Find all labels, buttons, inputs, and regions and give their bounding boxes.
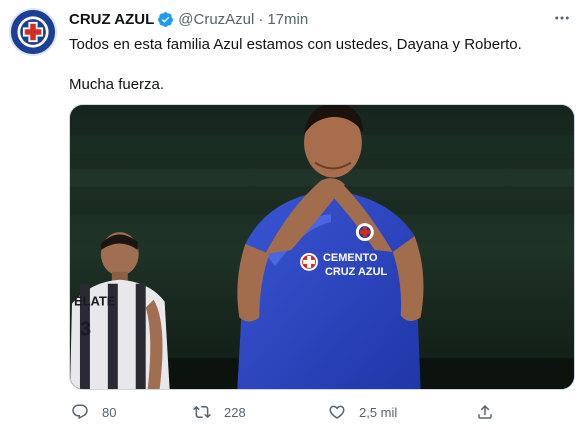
retweet-icon	[193, 403, 211, 421]
reply-count: 80	[102, 404, 117, 420]
like-button[interactable]: 2,5 mil	[328, 400, 397, 424]
display-name[interactable]: CRUZ AZUL	[69, 11, 154, 28]
reply-button[interactable]: 80	[71, 400, 116, 424]
tweet-text-line-2: Mucha fuerza.	[69, 76, 165, 93]
tweet-text-line-1: Todos en esta familia Azul estamos con u…	[69, 36, 522, 53]
cruz-azul-crest-icon	[11, 10, 55, 54]
timestamp[interactable]: 17min	[267, 11, 308, 28]
svg-text:CEMENTO: CEMENTO	[323, 252, 378, 264]
heart-icon	[328, 403, 346, 421]
like-count: 2,5 mil	[359, 404, 398, 420]
handle[interactable]: @CruzAzul	[178, 11, 254, 28]
retweet-count: 228	[224, 404, 246, 420]
svg-text:ELATE: ELATE	[74, 294, 116, 309]
tweet-actions: 80 228 2,5 mil	[69, 400, 575, 424]
tweet-card[interactable]: CRUZ AZUL @CruzAzul · 17min Todos en est…	[0, 0, 586, 427]
avatar[interactable]	[9, 8, 57, 56]
share-icon	[476, 403, 494, 421]
tweet-header: CRUZ AZUL @CruzAzul · 17min	[69, 9, 308, 29]
photo-players-celebrating: ELATE 3 CEMENTO CRUZ AZUL	[70, 105, 574, 389]
svg-text:CRUZ AZUL: CRUZ AZUL	[325, 266, 388, 278]
svg-text:3: 3	[80, 318, 91, 340]
tweet-photo[interactable]: ELATE 3 CEMENTO CRUZ AZUL	[69, 104, 575, 390]
more-horizontal-icon[interactable]	[550, 6, 574, 30]
reply-icon	[71, 403, 89, 421]
verified-badge-icon	[157, 11, 174, 28]
separator-dot: ·	[258, 10, 264, 28]
retweet-button[interactable]: 228	[193, 400, 246, 424]
share-button[interactable]	[476, 400, 494, 424]
